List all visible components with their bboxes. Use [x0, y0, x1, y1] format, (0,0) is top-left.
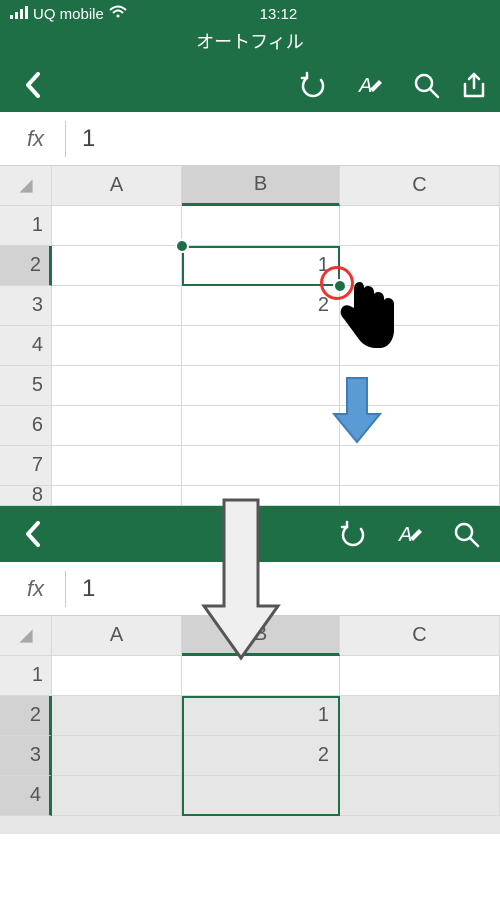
- cell-a8[interactable]: [52, 486, 182, 506]
- cell-b2[interactable]: 1: [182, 246, 340, 286]
- cell-a1b[interactable]: [52, 656, 182, 696]
- col-header-a-2[interactable]: A: [52, 616, 182, 656]
- fx-value[interactable]: 1: [66, 125, 95, 153]
- wifi-icon: [109, 5, 127, 23]
- cell-a1[interactable]: [52, 206, 182, 246]
- cell-a6[interactable]: [52, 406, 182, 446]
- cell-c6[interactable]: [340, 406, 500, 446]
- grid-1[interactable]: A B C 1 21 32 4 5 6 7 8: [0, 166, 500, 506]
- row-header-3b[interactable]: 3: [0, 736, 52, 776]
- cell-a2[interactable]: [52, 246, 182, 286]
- cell-b3[interactable]: 2: [182, 286, 340, 326]
- col-header-b[interactable]: B: [182, 166, 340, 206]
- toolbar-2: A: [0, 506, 500, 562]
- row-header-7[interactable]: 7: [0, 446, 52, 486]
- cell-c2b[interactable]: [340, 696, 500, 736]
- select-all-corner-2[interactable]: [0, 616, 52, 656]
- cell-b8[interactable]: [182, 486, 340, 506]
- row-header-4b[interactable]: 4: [0, 776, 52, 816]
- cell-a3[interactable]: [52, 286, 182, 326]
- toolbar-1: A: [0, 58, 500, 112]
- cell-c3b[interactable]: [340, 736, 500, 776]
- cell-a4b[interactable]: [52, 776, 182, 816]
- row-header-8[interactable]: 8: [0, 486, 52, 506]
- cell-c5[interactable]: [340, 366, 500, 406]
- fx-label: fx: [6, 121, 66, 157]
- cell-b6[interactable]: [182, 406, 340, 446]
- fx-value-2[interactable]: 1: [66, 575, 95, 603]
- undo-button-2[interactable]: [326, 507, 382, 561]
- svg-text:A: A: [358, 75, 372, 97]
- cell-c4b[interactable]: [340, 776, 500, 816]
- col-header-c[interactable]: C: [340, 166, 500, 206]
- cell-a4[interactable]: [52, 326, 182, 366]
- cell-c3[interactable]: [340, 286, 500, 326]
- status-bar: UQ mobile 13:12: [0, 0, 500, 28]
- svg-text:A: A: [398, 524, 412, 546]
- search-button-2[interactable]: [438, 507, 494, 561]
- cell-b1[interactable]: [182, 206, 340, 246]
- cell-c1b[interactable]: [340, 656, 500, 696]
- fx-label-2: fx: [6, 571, 66, 607]
- status-time: 13:12: [260, 6, 298, 23]
- col-header-c-2[interactable]: C: [340, 616, 500, 656]
- cell-b1b[interactable]: [182, 656, 340, 696]
- col-header-a[interactable]: A: [52, 166, 182, 206]
- text-format-button[interactable]: A: [342, 58, 398, 112]
- row-header-5[interactable]: 5: [0, 366, 52, 406]
- row-header-1[interactable]: 1: [0, 206, 52, 246]
- col-header-b-2[interactable]: B: [182, 616, 340, 656]
- formula-bar-1[interactable]: fx 1: [0, 112, 500, 166]
- cell-a7[interactable]: [52, 446, 182, 486]
- formula-bar-2[interactable]: fx 1: [0, 562, 500, 616]
- row-header-2[interactable]: 2: [0, 246, 52, 286]
- carrier-label: UQ mobile: [33, 6, 104, 23]
- row-header-6[interactable]: 6: [0, 406, 52, 446]
- row-header-4[interactable]: 4: [0, 326, 52, 366]
- cell-c7[interactable]: [340, 446, 500, 486]
- page-title: オートフィル: [0, 28, 500, 58]
- signal-icon: [10, 5, 28, 23]
- back-button-2[interactable]: [6, 507, 62, 561]
- cell-b3b[interactable]: 2: [182, 736, 340, 776]
- cell-c4[interactable]: [340, 326, 500, 366]
- search-button[interactable]: [398, 58, 454, 112]
- cell-c2[interactable]: [340, 246, 500, 286]
- undo-button[interactable]: [286, 58, 342, 112]
- share-button[interactable]: [454, 58, 494, 112]
- status-left: UQ mobile: [10, 5, 127, 23]
- cell-a3b[interactable]: [52, 736, 182, 776]
- row-header-1b[interactable]: 1: [0, 656, 52, 696]
- row-header-2b[interactable]: 2: [0, 696, 52, 736]
- cell-a2b[interactable]: [52, 696, 182, 736]
- cell-b4b[interactable]: [182, 776, 340, 816]
- cell-a5[interactable]: [52, 366, 182, 406]
- cell-b4[interactable]: [182, 326, 340, 366]
- select-all-corner[interactable]: [0, 166, 52, 206]
- row-header-3[interactable]: 3: [0, 286, 52, 326]
- grid-2[interactable]: A B C 1 21 32 4: [0, 616, 500, 834]
- text-format-button-2[interactable]: A: [382, 507, 438, 561]
- cell-c8[interactable]: [340, 486, 500, 506]
- cell-c1[interactable]: [340, 206, 500, 246]
- cell-b5[interactable]: [182, 366, 340, 406]
- cell-b7[interactable]: [182, 446, 340, 486]
- back-button[interactable]: [6, 58, 62, 112]
- cell-b2b[interactable]: 1: [182, 696, 340, 736]
